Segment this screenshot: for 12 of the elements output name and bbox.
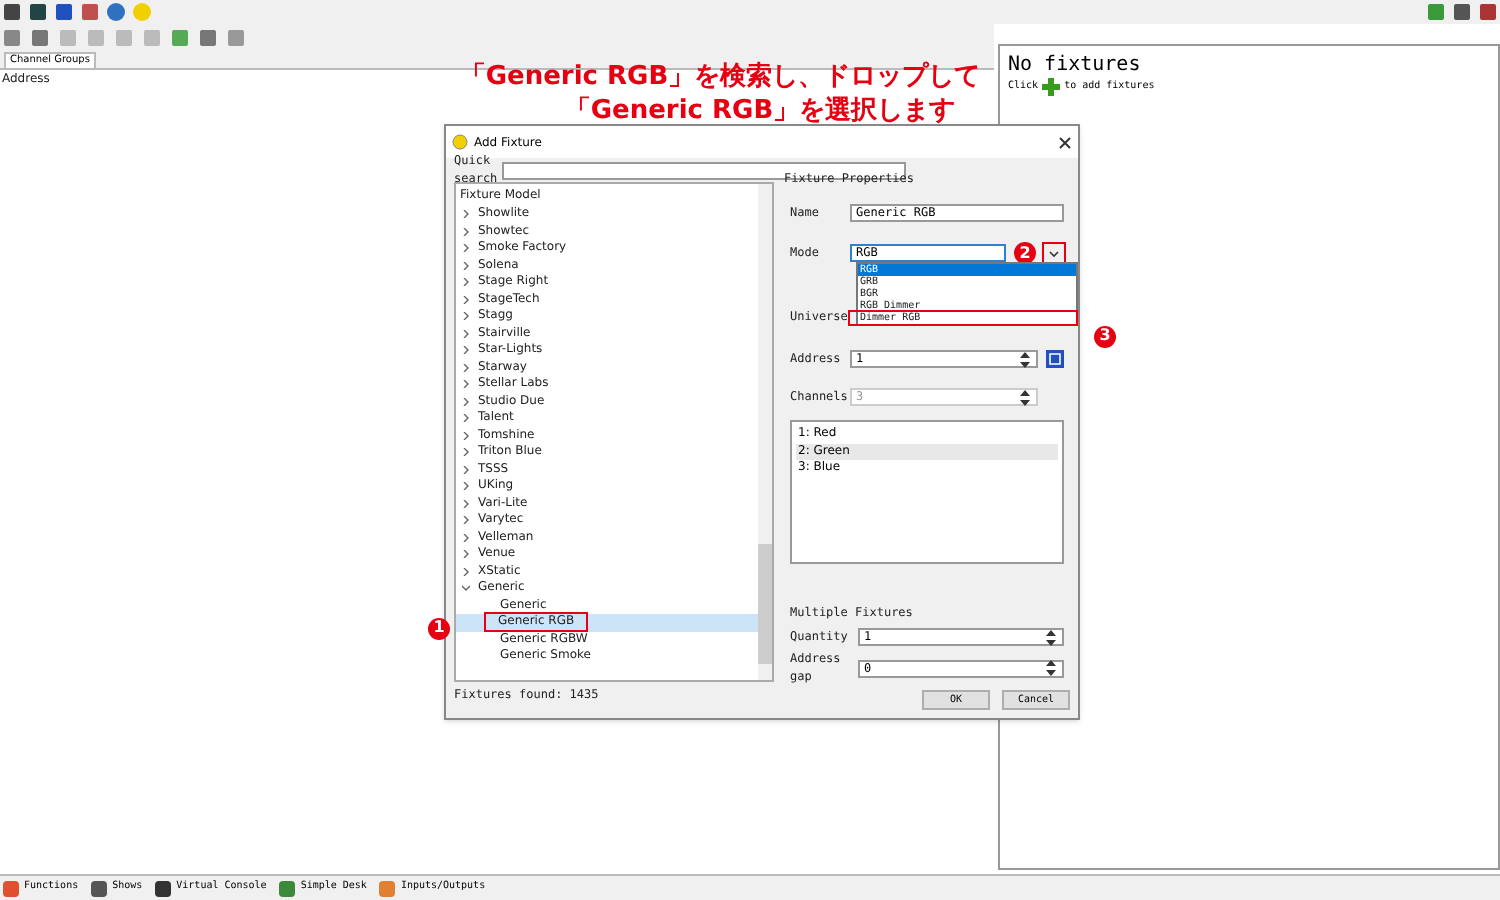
annotation-text: 「Generic RGB」を検索し、ドロップして (459, 60, 981, 94)
spinner-arrows-icon[interactable] (1046, 660, 1056, 676)
step-number: 1 (428, 617, 450, 640)
dropdown-arrow-icon[interactable] (1044, 243, 1064, 263)
panel-title: No fixtures (1008, 54, 1143, 78)
step-number: 2 (1014, 242, 1036, 264)
close-icon[interactable] (1058, 135, 1072, 149)
spinner-arrows-icon[interactable] (1046, 629, 1056, 645)
annotation-text: 「Generic RGB」を選択します (564, 94, 956, 128)
scrollbar[interactable] (758, 184, 772, 680)
plus-icon (1042, 78, 1061, 96)
spinner-arrows-icon[interactable] (1020, 351, 1030, 367)
